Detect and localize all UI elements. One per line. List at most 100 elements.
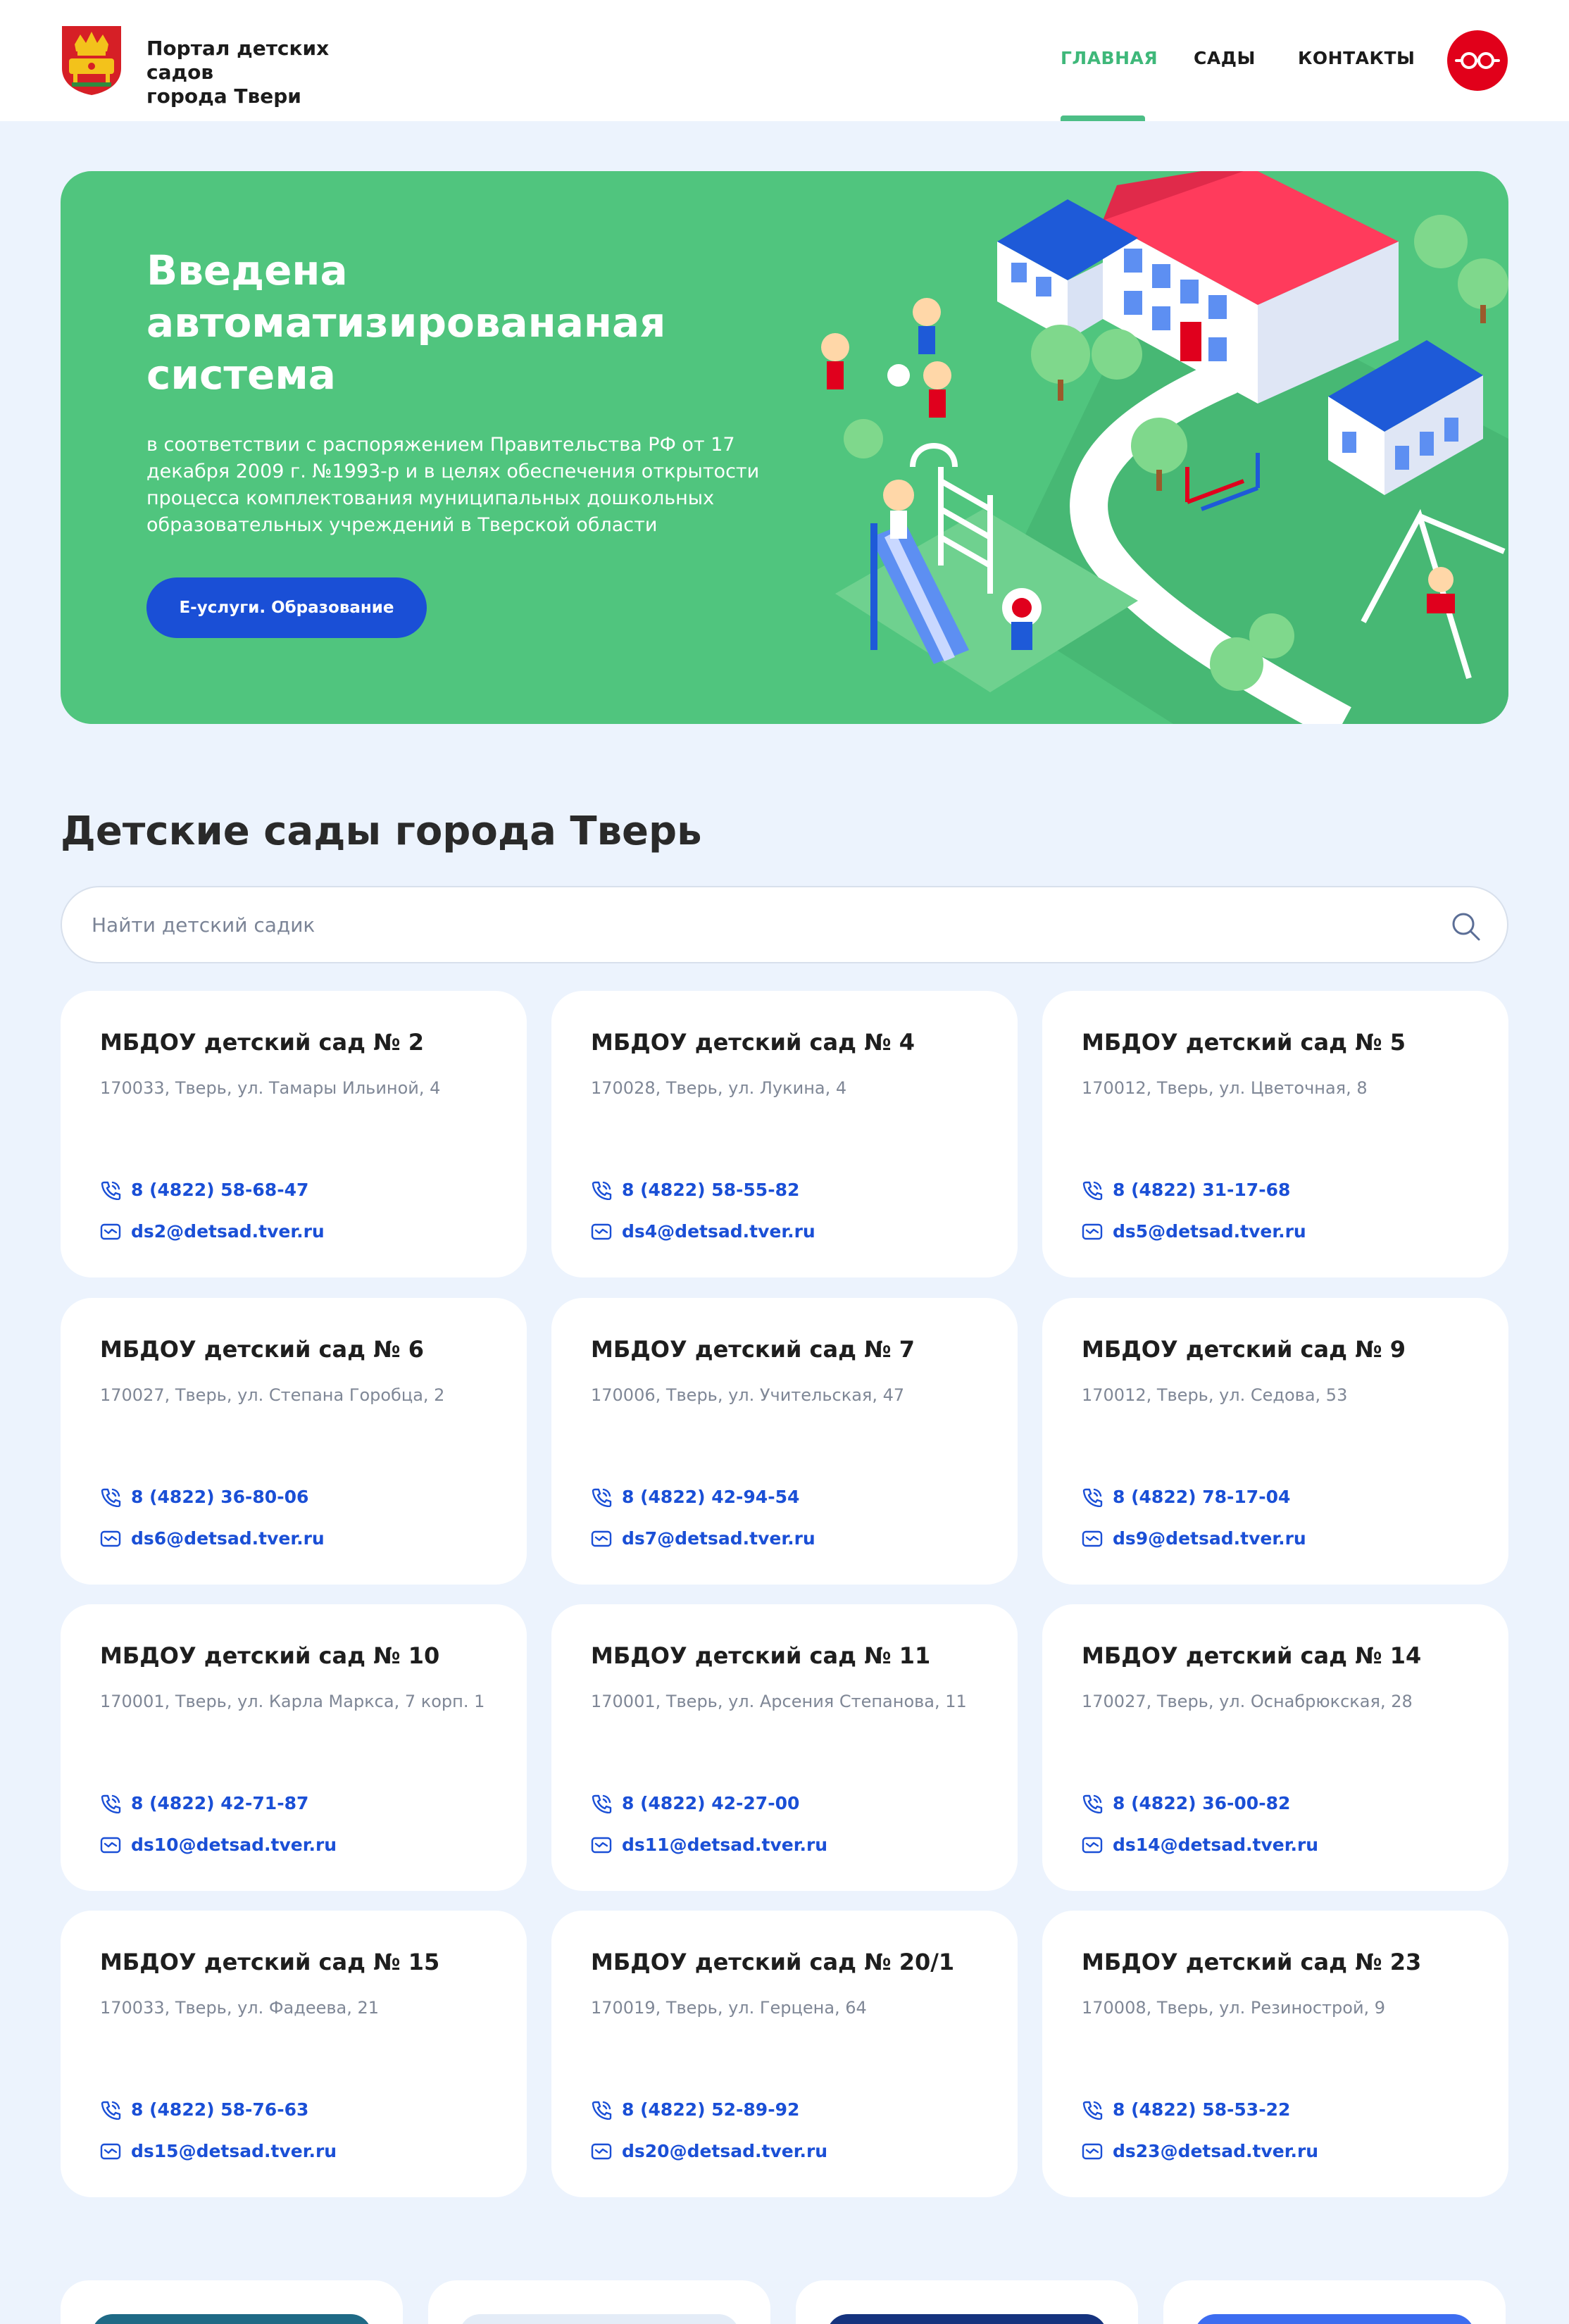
site-title: Портал детских садов города Твери <box>146 37 400 108</box>
glasses-icon <box>1455 52 1500 69</box>
nav-main[interactable]: ГЛАВНАЯ <box>1061 48 1158 68</box>
phone-link[interactable]: 8 (4822) 58-68-47 <box>131 1178 308 1202</box>
phone-link[interactable]: 8 (4822) 52-89-92 <box>622 2098 799 2122</box>
mail-icon <box>100 1837 121 1854</box>
kindergarten-address: 170019, Тверь, ул. Герцена, 64 <box>591 1998 867 2018</box>
phone-icon <box>592 1488 612 1507</box>
phone-icon <box>1082 1181 1103 1200</box>
kindergarten-card[interactable]: МБДОУ детский сад № 11 170001, Тверь, ул.… <box>551 1604 1018 1891</box>
bottom-card-2 <box>428 2280 770 2324</box>
kindergarten-name[interactable]: МБДОУ детский сад № 4 <box>591 1029 915 1056</box>
e-services-button[interactable]: Е-услуги. Образование <box>146 577 427 638</box>
phone-link[interactable]: 8 (4822) 78-17-04 <box>1113 1485 1290 1509</box>
phone-icon <box>101 1488 121 1507</box>
phone-icon <box>592 1181 612 1200</box>
phone-link[interactable]: 8 (4822) 58-53-22 <box>1113 2098 1290 2122</box>
phone-link[interactable]: 8 (4822) 36-00-82 <box>1113 1792 1290 1816</box>
kindergarten-address: 170033, Тверь, ул. Тамары Ильиной, 4 <box>100 1078 441 1098</box>
search-box <box>61 886 1508 963</box>
hero-title: Введена автоматизировананая система <box>146 246 666 399</box>
mail-icon <box>100 1223 121 1240</box>
kindergarten-name[interactable]: МБДОУ детский сад № 20/1 <box>591 1949 954 1975</box>
phone-icon <box>592 2101 612 2120</box>
mail-icon <box>1082 1530 1103 1547</box>
phone-icon <box>592 1794 612 1813</box>
kindergarten-name[interactable]: МБДОУ детский сад № 23 <box>1082 1949 1421 1975</box>
accessibility-button[interactable] <box>1447 30 1508 91</box>
phone-link[interactable]: 8 (4822) 42-94-54 <box>622 1485 799 1509</box>
kindergarten-illustration <box>821 171 1508 724</box>
kindergarten-card[interactable]: МБДОУ детский сад № 5 170012, Тверь, ул. … <box>1042 991 1508 1277</box>
email-link[interactable]: ds20@detsad.tver.ru <box>622 2139 827 2163</box>
search-input[interactable] <box>92 887 1430 962</box>
bottom-card-1 <box>61 2280 403 2324</box>
kindergarten-card[interactable]: МБДОУ детский сад № 9 170012, Тверь, ул. … <box>1042 1298 1508 1585</box>
kindergarten-card[interactable]: МБДОУ детский сад № 4 170028, Тверь, ул. … <box>551 991 1018 1277</box>
search-icon[interactable] <box>1449 910 1482 942</box>
kindergarten-address: 170012, Тверь, ул. Цветочная, 8 <box>1082 1078 1368 1098</box>
kindergarten-name[interactable]: МБДОУ детский сад № 2 <box>100 1029 424 1056</box>
kindergarten-address: 170027, Тверь, ул. Степана Горобца, 2 <box>100 1385 445 1405</box>
phone-icon <box>1082 2101 1103 2120</box>
nav-gardens[interactable]: САДЫ <box>1194 48 1256 68</box>
kindergarten-card[interactable]: МБДОУ детский сад № 6 170027, Тверь, ул. … <box>61 1298 527 1585</box>
kindergarten-name[interactable]: МБДОУ детский сад № 11 <box>591 1642 930 1669</box>
bottom-card-chip[interactable] <box>92 2314 372 2324</box>
kindergarten-card[interactable]: МБДОУ детский сад № 7 170006, Тверь, ул. … <box>551 1298 1018 1585</box>
email-link[interactable]: ds14@detsad.tver.ru <box>1113 1833 1318 1857</box>
kindergarten-address: 170027, Тверь, ул. Оснабрюкская, 28 <box>1082 1692 1413 1711</box>
hero-description: в соответствии с распоряжением Правитель… <box>146 434 760 536</box>
bottom-card-chip[interactable] <box>1194 2314 1475 2324</box>
bottom-card-chip[interactable] <box>459 2314 739 2324</box>
mail-icon <box>591 1837 612 1854</box>
kindergarten-name[interactable]: МБДОУ детский сад № 15 <box>100 1949 439 1975</box>
email-link[interactable]: ds4@detsad.tver.ru <box>622 1220 815 1244</box>
mail-icon <box>1082 1837 1103 1854</box>
email-link[interactable]: ds15@detsad.tver.ru <box>131 2139 337 2163</box>
kindergarten-card[interactable]: МБДОУ детский сад № 20/1 170019, Тверь, у… <box>551 1911 1018 2197</box>
kindergarten-address: 170028, Тверь, ул. Лукина, 4 <box>591 1078 847 1098</box>
email-link[interactable]: ds10@detsad.tver.ru <box>131 1833 337 1857</box>
kindergarten-name[interactable]: МБДОУ детский сад № 10 <box>100 1642 439 1669</box>
email-link[interactable]: ds5@detsad.tver.ru <box>1113 1220 1306 1244</box>
kindergarten-name[interactable]: МБДОУ детский сад № 14 <box>1082 1642 1421 1669</box>
nav-active-indicator <box>1061 115 1145 121</box>
kindergarten-address: 170033, Тверь, ул. Фадеева, 21 <box>100 1998 380 2018</box>
phone-link[interactable]: 8 (4822) 58-76-63 <box>131 2098 308 2122</box>
bottom-card-4 <box>1163 2280 1506 2324</box>
email-link[interactable]: ds23@detsad.tver.ru <box>1113 2139 1318 2163</box>
site-title-line-2: города Твери <box>146 85 301 108</box>
kindergarten-card[interactable]: МБДОУ детский сад № 2 170033, Тверь, ул. … <box>61 991 527 1277</box>
kindergarten-name[interactable]: МБДОУ детский сад № 9 <box>1082 1336 1406 1363</box>
mail-icon <box>1082 2143 1103 2160</box>
email-link[interactable]: ds6@detsad.tver.ru <box>131 1527 325 1551</box>
email-link[interactable]: ds2@detsad.tver.ru <box>131 1220 325 1244</box>
kindergarten-address: 170006, Тверь, ул. Учительская, 47 <box>591 1385 905 1405</box>
email-link[interactable]: ds9@detsad.tver.ru <box>1113 1527 1306 1551</box>
phone-icon <box>101 2101 121 2120</box>
mail-icon <box>591 1223 612 1240</box>
bottom-card-3 <box>796 2280 1138 2324</box>
phone-link[interactable]: 8 (4822) 42-27-00 <box>622 1792 799 1816</box>
phone-link[interactable]: 8 (4822) 58-55-82 <box>622 1178 799 1202</box>
mail-icon <box>100 2143 121 2160</box>
kindergarten-name[interactable]: МБДОУ детский сад № 6 <box>100 1336 424 1363</box>
kindergarten-address: 170012, Тверь, ул. Седова, 53 <box>1082 1385 1348 1405</box>
phone-link[interactable]: 8 (4822) 36-80-06 <box>131 1485 308 1509</box>
kindergarten-card[interactable]: МБДОУ детский сад № 23 170008, Тверь, ул.… <box>1042 1911 1508 2197</box>
section-title: Детские сады города Тверь <box>61 808 702 854</box>
kindergarten-card[interactable]: МБДОУ детский сад № 10 170001, Тверь, ул.… <box>61 1604 527 1891</box>
kindergarten-name[interactable]: МБДОУ детский сад № 5 <box>1082 1029 1406 1056</box>
phone-link[interactable]: 8 (4822) 42-71-87 <box>131 1792 308 1816</box>
mail-icon <box>100 1530 121 1547</box>
bottom-card-chip[interactable] <box>827 2314 1107 2324</box>
kindergarten-card[interactable]: МБДОУ детский сад № 15 170033, Тверь, ул.… <box>61 1911 527 2197</box>
email-link[interactable]: ds7@detsad.tver.ru <box>622 1527 815 1551</box>
kindergarten-card[interactable]: МБДОУ детский сад № 14 170027, Тверь, ул.… <box>1042 1604 1508 1891</box>
kindergarten-name[interactable]: МБДОУ детский сад № 7 <box>591 1336 915 1363</box>
nav-contacts[interactable]: КОНТАКТЫ <box>1298 48 1415 68</box>
phone-icon <box>101 1181 121 1200</box>
tver-coat-of-arms-logo[interactable] <box>59 23 124 96</box>
email-link[interactable]: ds11@detsad.tver.ru <box>622 1833 827 1857</box>
phone-link[interactable]: 8 (4822) 31-17-68 <box>1113 1178 1290 1202</box>
